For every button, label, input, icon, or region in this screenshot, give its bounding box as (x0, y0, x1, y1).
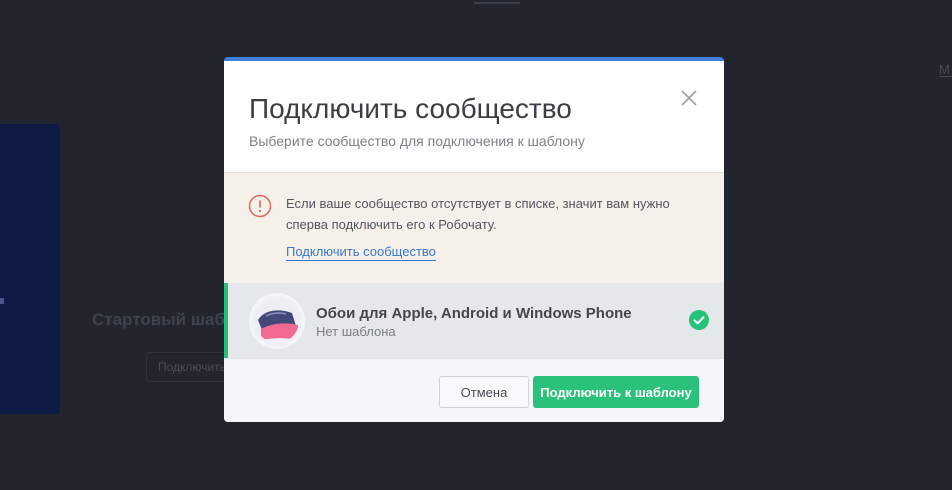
community-status: Нет шаблона (316, 324, 396, 339)
connect-community-modal: Подключить сообщество Выберите сообществ… (224, 57, 724, 422)
connect-community-link[interactable]: Подключить сообщество (286, 244, 436, 261)
connect-to-template-button[interactable]: Подключить к шаблону (533, 376, 699, 408)
background-right-underline (939, 76, 952, 77)
background-right-text: М (939, 62, 950, 77)
modal-subtitle: Выберите сообщество для подключения к ша… (249, 133, 585, 149)
modal-header: Подключить сообщество Выберите сообществ… (224, 61, 724, 172)
background-side-panel (0, 124, 60, 414)
close-icon (681, 90, 697, 106)
background-panel-marker (0, 298, 4, 304)
community-list-item[interactable]: Обои для Apple, Android и Windows Phone … (224, 283, 724, 358)
background-tab-indicator (474, 2, 520, 4)
cancel-button[interactable]: Отмена (439, 376, 529, 408)
selected-check-icon (689, 310, 709, 330)
notice-text: Если ваше сообщество отсутствует в списк… (286, 196, 670, 232)
background-button-label: Подключить (158, 360, 226, 374)
notice-banner: Если ваше сообщество отсутствует в списк… (224, 172, 724, 283)
modal-title: Подключить сообщество (249, 93, 572, 124)
community-avatar (252, 296, 302, 346)
close-button[interactable] (678, 87, 700, 109)
community-name: Обои для Apple, Android и Windows Phone (316, 305, 632, 322)
info-circle-icon (248, 194, 272, 218)
modal-footer: Отмена Подключить к шаблону (224, 358, 724, 422)
